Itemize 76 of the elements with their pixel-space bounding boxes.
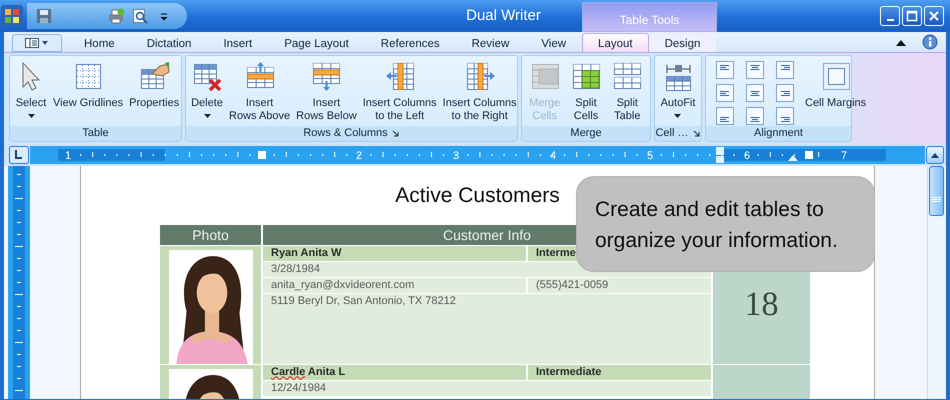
save-icon[interactable] [35, 7, 53, 25]
align-icon[interactable] [746, 107, 764, 125]
insert-column-left-icon [384, 60, 416, 92]
ribbon-tab[interactable]: Home [68, 33, 131, 52]
birth-date: 12/24/1984 [263, 380, 711, 396]
align-icon[interactable] [746, 84, 764, 102]
ribbon-button[interactable]: AutoFit [658, 58, 698, 125]
street-address: 5119 Beryl Dr, San Antonio, TX 78212 [263, 294, 711, 364]
group-title: Rows & Columns [303, 126, 388, 142]
grip-icon [932, 197, 941, 203]
app-icon[interactable] [0, 4, 24, 28]
caret-icon [28, 114, 34, 118]
align-icon[interactable] [776, 61, 794, 79]
dialog-launcher-icon[interactable] [692, 130, 700, 138]
zoom-page-icon[interactable] [131, 7, 149, 25]
document-caret-icon [23, 37, 51, 49]
table-hand-icon [138, 60, 170, 92]
ribbon-tab[interactable]: Design [648, 33, 716, 52]
align-icon[interactable] [746, 61, 764, 79]
scrollbar-thumb[interactable] [929, 166, 944, 216]
align-icon[interactable] [716, 61, 734, 79]
split-table-icon [611, 60, 644, 92]
context-tab-header: Table Tools [582, 2, 717, 32]
ribbon-button[interactable]: Properties [126, 58, 182, 112]
customer-name: Ryan Anita W [263, 246, 526, 260]
caret-icon [674, 114, 682, 118]
ribbon-tab[interactable]: Page Layout [268, 33, 365, 52]
close-button[interactable] [924, 6, 944, 26]
ribbon-tab[interactable]: View [525, 33, 582, 52]
printer-icon[interactable] [107, 7, 125, 25]
ribbon-tab[interactable]: References [364, 33, 456, 52]
ribbon-button[interactable]: Select [12, 58, 50, 125]
group-title: Table [82, 126, 109, 142]
dialog-launcher-icon[interactable] [392, 130, 400, 138]
ribbon-button[interactable]: Insert Columns to the Left [360, 58, 440, 125]
ribbon-button[interactable]: Insert Columns to the Right [440, 58, 520, 125]
ribbon-button[interactable]: Insert Rows Below [293, 58, 360, 125]
ribbon-tab[interactable]: Layout [582, 33, 649, 52]
ribbon-button[interactable]: View Gridlines [50, 58, 126, 112]
ribbon-button[interactable]: Split Cells [566, 58, 605, 125]
ribbon-tab[interactable]: Review [456, 33, 526, 52]
group-title: Merge [570, 126, 602, 142]
collapse-ribbon-icon[interactable] [896, 38, 906, 46]
tab-stop-icon[interactable] [8, 145, 30, 165]
ribbon-tab[interactable]: Insert [207, 33, 268, 52]
ribbon-tab[interactable]: Dictation [130, 33, 208, 52]
scrollbar-track[interactable] [927, 166, 945, 399]
scroll-up-button[interactable] [926, 146, 944, 164]
membership-level: Intermediate [528, 364, 711, 380]
window-title: Dual Writer [466, 6, 541, 24]
align-icon[interactable] [776, 107, 794, 125]
ribbon-button[interactable]: Split Table [608, 58, 646, 125]
maximize-button[interactable] [902, 6, 922, 26]
customer-name: Cardle Anita L [263, 364, 526, 380]
group-title: Alignment [754, 126, 803, 142]
minimize-icon [886, 18, 894, 22]
tooltip-callout: Create and edit tables to organize your information. [576, 176, 875, 272]
group-title: Cell … [655, 126, 688, 142]
phone-number: (555)421-0059 [528, 278, 711, 292]
minimize-button[interactable] [880, 6, 900, 26]
caret-icon [204, 114, 210, 118]
ribbon-button[interactable]: Insert Rows Above [226, 58, 294, 125]
column-header: Photo [160, 224, 261, 244]
close-icon [927, 9, 941, 23]
app-menu-button[interactable] [12, 34, 62, 52]
maximize-icon [905, 9, 919, 23]
up-arrow-icon [931, 152, 939, 158]
ribbon-button[interactable]: Cell Margins [802, 58, 870, 112]
insert-row-below-icon [310, 60, 342, 92]
info-icon[interactable] [922, 34, 938, 50]
email-address: anita_ryan@dxvideorent.com [263, 278, 526, 292]
ribbon-button[interactable]: Delete [188, 58, 226, 125]
align-icon[interactable] [716, 84, 734, 102]
document-title: Active Customers [395, 183, 560, 209]
align-icon[interactable] [716, 107, 734, 125]
align-icon[interactable] [776, 84, 794, 102]
